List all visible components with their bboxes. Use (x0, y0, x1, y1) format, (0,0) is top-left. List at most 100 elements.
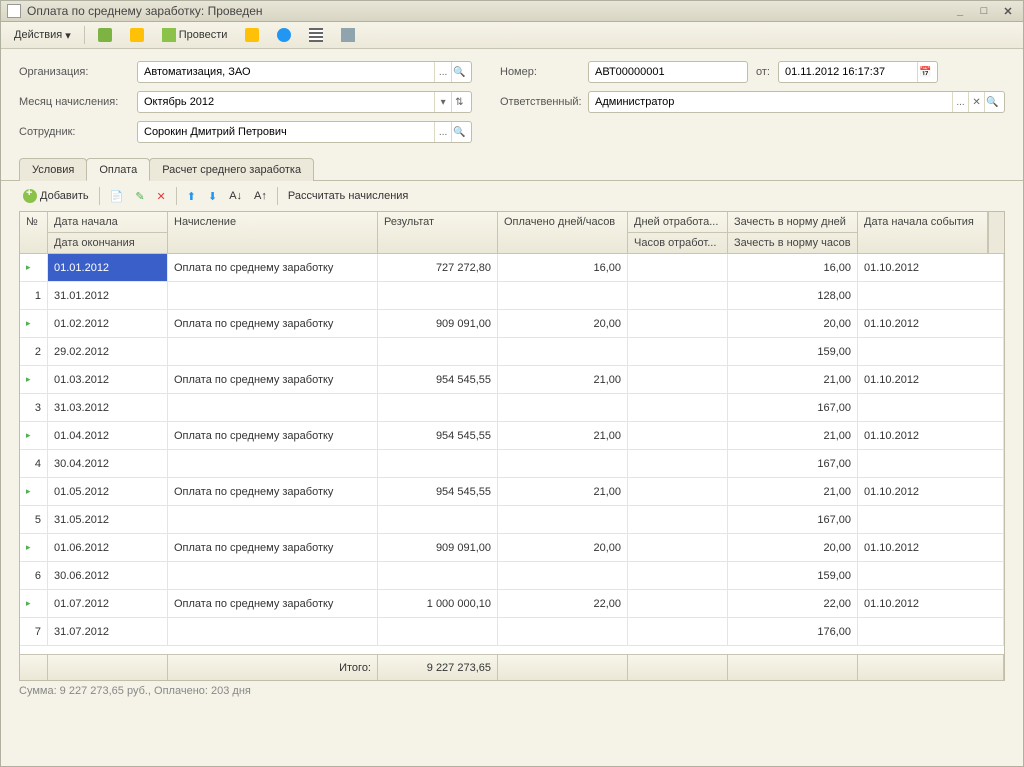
cell-date-end[interactable]: 29.02.2012 (48, 338, 168, 365)
cell-event[interactable]: 01.10.2012 (858, 254, 1004, 281)
cell-days[interactable] (628, 310, 728, 337)
cell-norm-hours[interactable]: 159,00 (728, 338, 858, 365)
num-input[interactable] (593, 65, 743, 79)
move-down-button[interactable]: ⬇ (204, 188, 221, 205)
add-row-button[interactable]: Добавить (19, 187, 93, 205)
cell-paid[interactable]: 21,00 (498, 422, 628, 449)
select-button[interactable]: ... (434, 62, 450, 82)
org-field[interactable]: ... 🔍 (137, 61, 472, 83)
copy-button[interactable]: 📄 (106, 188, 128, 205)
month-input[interactable] (142, 95, 434, 109)
cell-days[interactable] (628, 534, 728, 561)
sort-asc-button[interactable]: A↓ (225, 188, 246, 204)
cell-days[interactable] (628, 590, 728, 617)
calendar-button[interactable]: 📅 (917, 62, 933, 82)
cell-paid[interactable]: 20,00 (498, 310, 628, 337)
col-date-end[interactable]: Дата окончания (48, 233, 167, 253)
cell-date-start[interactable]: 01.04.2012 (48, 422, 168, 449)
dropdown-button[interactable]: ▾ (434, 92, 450, 112)
cell-result[interactable]: 727 272,80 (378, 254, 498, 281)
cell-result[interactable]: 954 545,55 (378, 478, 498, 505)
tab-average[interactable]: Расчет среднего заработка (149, 158, 314, 181)
cell-norm-days[interactable]: 20,00 (728, 534, 858, 561)
tab-payment[interactable]: Оплата (86, 158, 150, 181)
col-result[interactable]: Результат (378, 212, 497, 232)
sort-desc-button[interactable]: A↑ (250, 188, 271, 204)
cell-date-end[interactable]: 31.07.2012 (48, 618, 168, 645)
save-button[interactable] (91, 25, 119, 45)
cell-norm-hours[interactable]: 176,00 (728, 618, 858, 645)
post-button[interactable]: Провести (155, 25, 235, 45)
emp-input[interactable] (142, 125, 434, 139)
cell-date-start[interactable]: 01.05.2012 (48, 478, 168, 505)
cell-norm-days[interactable]: 16,00 (728, 254, 858, 281)
cell-paid[interactable]: 16,00 (498, 254, 628, 281)
table-row[interactable]: ▸ 01.04.2012 Оплата по среднему заработк… (20, 422, 1004, 478)
cell-event[interactable]: 01.10.2012 (858, 310, 1004, 337)
cell-date-end[interactable]: 30.06.2012 (48, 562, 168, 589)
settings-button[interactable] (334, 25, 362, 45)
delete-button[interactable]: ✕ (153, 188, 170, 205)
cell-days[interactable] (628, 254, 728, 281)
recalculate-button[interactable]: Рассчитать начисления (284, 188, 413, 204)
search-button[interactable]: 🔍 (451, 122, 467, 142)
cell-calc[interactable]: Оплата по среднему заработку (168, 478, 378, 505)
resp-input[interactable] (593, 95, 952, 109)
grid-body[interactable]: ▸ 01.01.2012 Оплата по среднему заработк… (20, 254, 1004, 654)
help-button[interactable] (270, 25, 298, 45)
cell-event[interactable]: 01.10.2012 (858, 534, 1004, 561)
cell-norm-days[interactable]: 21,00 (728, 422, 858, 449)
resp-field[interactable]: ... ✕ 🔍 (588, 91, 1005, 113)
num-field[interactable] (588, 61, 748, 83)
org-input[interactable] (142, 65, 434, 79)
cell-days[interactable] (628, 366, 728, 393)
actions-menu[interactable]: Действия▾ (7, 26, 78, 45)
cell-date-start[interactable]: 01.03.2012 (48, 366, 168, 393)
col-calc[interactable]: Начисление (168, 212, 377, 232)
cell-paid[interactable]: 20,00 (498, 534, 628, 561)
emp-field[interactable]: ... 🔍 (137, 121, 472, 143)
cell-event[interactable]: 01.10.2012 (858, 590, 1004, 617)
cell-date-start[interactable]: 01.06.2012 (48, 534, 168, 561)
cell-norm-days[interactable]: 21,00 (728, 478, 858, 505)
report-button[interactable] (238, 25, 266, 45)
table-row[interactable]: ▸ 01.02.2012 Оплата по среднему заработк… (20, 310, 1004, 366)
cell-event[interactable]: 01.10.2012 (858, 366, 1004, 393)
date-field[interactable]: 📅 (778, 61, 938, 83)
select-button[interactable]: ... (952, 92, 968, 112)
col-days-worked[interactable]: Дней отработа... (628, 212, 727, 233)
cell-event[interactable]: 01.10.2012 (858, 478, 1004, 505)
col-paid[interactable]: Оплачено дней/часов (498, 212, 627, 232)
spinner-button[interactable]: ⇅ (451, 92, 467, 112)
cell-days[interactable] (628, 478, 728, 505)
cell-norm-hours[interactable]: 159,00 (728, 562, 858, 589)
cell-calc[interactable]: Оплата по среднему заработку (168, 254, 378, 281)
cell-paid[interactable]: 21,00 (498, 478, 628, 505)
cell-paid[interactable]: 22,00 (498, 590, 628, 617)
table-row[interactable]: ▸ 01.06.2012 Оплата по среднему заработк… (20, 534, 1004, 590)
select-button[interactable]: ... (434, 122, 450, 142)
cell-result[interactable]: 909 091,00 (378, 534, 498, 561)
col-no[interactable]: № (20, 212, 47, 232)
cell-date-end[interactable]: 31.01.2012 (48, 282, 168, 309)
cell-date-end[interactable]: 31.03.2012 (48, 394, 168, 421)
cell-calc[interactable]: Оплата по среднему заработку (168, 590, 378, 617)
table-row[interactable]: ▸ 01.07.2012 Оплата по среднему заработк… (20, 590, 1004, 646)
refresh-button[interactable] (123, 25, 151, 45)
table-row[interactable]: ▸ 01.01.2012 Оплата по среднему заработк… (20, 254, 1004, 310)
cell-date-start[interactable]: 01.01.2012 (48, 254, 168, 281)
minimize-button[interactable]: _ (951, 5, 969, 17)
list-button[interactable] (302, 25, 330, 45)
cell-date-start[interactable]: 01.07.2012 (48, 590, 168, 617)
table-row[interactable]: ▸ 01.03.2012 Оплата по среднему заработк… (20, 366, 1004, 422)
cell-norm-hours[interactable]: 128,00 (728, 282, 858, 309)
edit-button[interactable]: ✎ (131, 188, 148, 205)
search-button[interactable]: 🔍 (984, 92, 1000, 112)
cell-calc[interactable]: Оплата по среднему заработку (168, 366, 378, 393)
search-button[interactable]: 🔍 (451, 62, 467, 82)
table-row[interactable]: ▸ 01.05.2012 Оплата по среднему заработк… (20, 478, 1004, 534)
cell-date-end[interactable]: 31.05.2012 (48, 506, 168, 533)
maximize-button[interactable]: □ (975, 5, 993, 17)
col-hours-worked[interactable]: Часов отработ... (628, 233, 727, 253)
month-field[interactable]: ▾ ⇅ (137, 91, 472, 113)
